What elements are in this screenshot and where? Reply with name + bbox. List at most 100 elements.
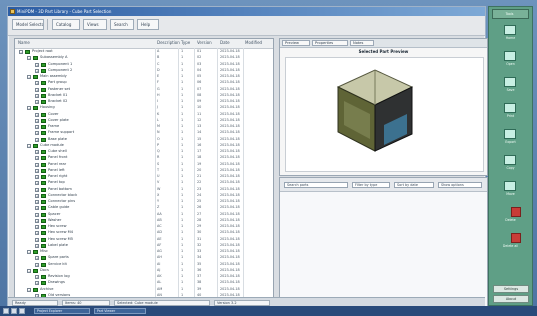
- tree-row[interactable]: + Cube shell Q 1 17 2023-04-18: [15, 149, 273, 155]
- tree-row[interactable]: + Hex screw M5 AE 1 31 2023-04-18: [15, 237, 273, 243]
- tree-expander-icon[interactable]: +: [35, 212, 39, 217]
- tree-expander-icon[interactable]: +: [35, 112, 39, 117]
- tree-expander-icon[interactable]: +: [35, 193, 39, 198]
- tree-row[interactable]: + Component 1 C 1 03 2023-04-18: [15, 62, 273, 68]
- tree-expander-icon[interactable]: +: [35, 87, 39, 92]
- tree-row[interactable]: + Panel top V 1 22 2023-04-18: [15, 180, 273, 186]
- tree-expander-icon[interactable]: +: [35, 100, 39, 104]
- toolbar-button-catalog[interactable]: Catalog: [52, 19, 80, 30]
- side-panel-item[interactable]: Open: [494, 51, 527, 70]
- folder-icon[interactable]: [11, 308, 17, 314]
- settings-button[interactable]: Settings: [493, 285, 529, 293]
- tree-expander-icon[interactable]: +: [35, 262, 39, 267]
- toolbar-button-search[interactable]: Search: [110, 19, 134, 30]
- tree-expander-icon[interactable]: −: [27, 287, 31, 292]
- tree-expander-icon[interactable]: +: [35, 62, 39, 67]
- side-panel-item[interactable]: Move: [494, 181, 527, 200]
- tree-expander-icon[interactable]: +: [35, 200, 39, 204]
- tree-row[interactable]: + Revision log AK 1 37 2023-04-18: [15, 274, 273, 280]
- tree-row[interactable]: − Housing J 1 10 2023-04-18: [15, 105, 273, 111]
- tree-row[interactable]: − Project root A 1 01 2023-04-18: [15, 49, 273, 55]
- tree-expander-icon[interactable]: −: [27, 56, 31, 61]
- tree-row[interactable]: + Spacer AA 1 27 2023-04-18: [15, 212, 273, 218]
- tree-expander-icon[interactable]: −: [27, 250, 31, 254]
- tree-expander-icon[interactable]: +: [35, 237, 39, 242]
- details-type-filter[interactable]: Filter by type: [352, 182, 390, 188]
- toolbar-button-views[interactable]: Views: [83, 19, 107, 30]
- tab-properties[interactable]: Properties: [312, 40, 348, 46]
- tree-expander-icon[interactable]: −: [27, 75, 31, 79]
- side-panel-item[interactable]: Save: [494, 77, 527, 96]
- tree-row[interactable]: + Cover plate L 1 12 2023-04-18: [15, 118, 273, 124]
- tree-row[interactable]: + Washer AB 1 28 2023-04-18: [15, 218, 273, 224]
- taskbar-item-project-explorer[interactable]: Project Explorer: [34, 308, 90, 314]
- tree-row[interactable]: + Service kit AI 1 35 2023-04-18: [15, 262, 273, 268]
- side-panel-item[interactable]: Print: [494, 103, 527, 122]
- side-panel-item[interactable]: Delete all: [494, 233, 527, 252]
- tree-row[interactable]: + Drawings AL 1 38 2023-04-18: [15, 280, 273, 286]
- tree-expander-icon[interactable]: +: [35, 243, 39, 248]
- tree-expander-icon[interactable]: +: [35, 137, 39, 142]
- tree-expander-icon[interactable]: +: [35, 118, 39, 123]
- tree-expander-icon[interactable]: +: [35, 125, 39, 129]
- tree-row[interactable]: − Archive AM 1 39 2023-04-18: [15, 287, 273, 293]
- tree-row[interactable]: + Frame support N 1 14 2023-04-18: [15, 130, 273, 136]
- 3d-preview-area[interactable]: [285, 57, 484, 172]
- tree-expander-icon[interactable]: +: [35, 150, 39, 154]
- tree-row[interactable]: + Fastener set G 1 07 2023-04-18: [15, 87, 273, 93]
- tree-expander-icon[interactable]: +: [35, 187, 39, 192]
- details-sort-field[interactable]: Sort by date: [394, 182, 434, 188]
- side-panel-item[interactable]: Export: [494, 129, 527, 148]
- tree-expander-icon[interactable]: +: [35, 281, 39, 286]
- tree-row[interactable]: + Label plate AF 1 32 2023-04-18: [15, 243, 273, 249]
- tree-expander-icon[interactable]: +: [35, 275, 39, 279]
- tree-row[interactable]: + Bracket 02 I 1 09 2023-04-18: [15, 99, 273, 105]
- side-panel-item[interactable]: Delete: [494, 207, 527, 226]
- tree-expander-icon[interactable]: +: [35, 225, 39, 229]
- tree-expander-icon[interactable]: +: [35, 168, 39, 173]
- tree-row[interactable]: + Frame M 1 13 2023-04-18: [15, 124, 273, 130]
- tree-expander-icon[interactable]: −: [27, 143, 31, 148]
- tree-expander-icon[interactable]: +: [35, 206, 39, 211]
- tree-expander-icon[interactable]: +: [35, 81, 39, 86]
- about-button[interactable]: About: [493, 295, 529, 303]
- tab-notes[interactable]: Notes: [350, 40, 374, 46]
- tree-row[interactable]: + Connector block X 1 24 2023-04-18: [15, 193, 273, 199]
- browser-icon[interactable]: [19, 308, 25, 314]
- tree-row[interactable]: + Cable guide Z 1 26 2023-04-18: [15, 205, 273, 211]
- tree-row[interactable]: + Panel rear S 1 19 2023-04-18: [15, 162, 273, 168]
- tree-expander-icon[interactable]: −: [27, 106, 31, 111]
- tree-expander-icon[interactable]: +: [35, 256, 39, 261]
- tree-row[interactable]: − Misc AG 1 33 2023-04-18: [15, 249, 273, 255]
- toolbar-button-help[interactable]: Help: [137, 19, 159, 30]
- tree-row[interactable]: + Panel front R 1 18 2023-04-18: [15, 155, 273, 161]
- tree-expander-icon[interactable]: +: [35, 231, 39, 236]
- taskbar-item-part-viewer[interactable]: Part Viewer: [94, 308, 146, 314]
- tree-expander-icon[interactable]: +: [35, 218, 39, 223]
- tree-expander-icon[interactable]: −: [27, 268, 31, 273]
- tree-expander-icon[interactable]: +: [35, 68, 39, 73]
- tree-row[interactable]: − Docs AJ 1 36 2023-04-18: [15, 268, 273, 274]
- tree-expander-icon[interactable]: +: [35, 181, 39, 186]
- side-panel-item[interactable]: Home: [494, 25, 527, 44]
- tree-row[interactable]: − Subassembly A B 1 02 2023-04-18: [15, 55, 273, 61]
- tree-row[interactable]: + Panel left T 1 20 2023-04-18: [15, 168, 273, 174]
- details-search-field[interactable]: Search parts: [284, 182, 348, 188]
- tree-row[interactable]: + Panel bottom W 1 23 2023-04-18: [15, 187, 273, 193]
- tree-row[interactable]: + Connector pins Y 1 25 2023-04-18: [15, 199, 273, 205]
- tree-expander-icon[interactable]: +: [35, 156, 39, 161]
- tree-row[interactable]: + Base plate O 1 15 2023-04-18: [15, 137, 273, 143]
- tree-row[interactable]: + Panel right U 1 21 2023-04-18: [15, 174, 273, 180]
- tree-row[interactable]: + Component 2 D 1 04 2023-04-18: [15, 68, 273, 74]
- toolbar-button-model-selector[interactable]: Model Selector: [12, 19, 44, 30]
- start-icon[interactable]: [3, 308, 9, 314]
- tree-expander-icon[interactable]: +: [35, 175, 39, 179]
- tab-preview[interactable]: Preview: [282, 40, 310, 46]
- tree-row[interactable]: − Cube module P 1 16 2023-04-18: [15, 143, 273, 149]
- tree-row[interactable]: − Main assembly E 1 05 2023-04-18: [15, 74, 273, 80]
- tree-row[interactable]: + Bracket 01 H 1 08 2023-04-18: [15, 93, 273, 99]
- side-panel-item[interactable]: Copy: [494, 155, 527, 174]
- tree-row[interactable]: + Spare parts AH 1 34 2023-04-18: [15, 255, 273, 261]
- details-options-field[interactable]: Show options: [438, 182, 482, 188]
- tree-row[interactable]: + Hex screw AC 1 29 2023-04-18: [15, 224, 273, 230]
